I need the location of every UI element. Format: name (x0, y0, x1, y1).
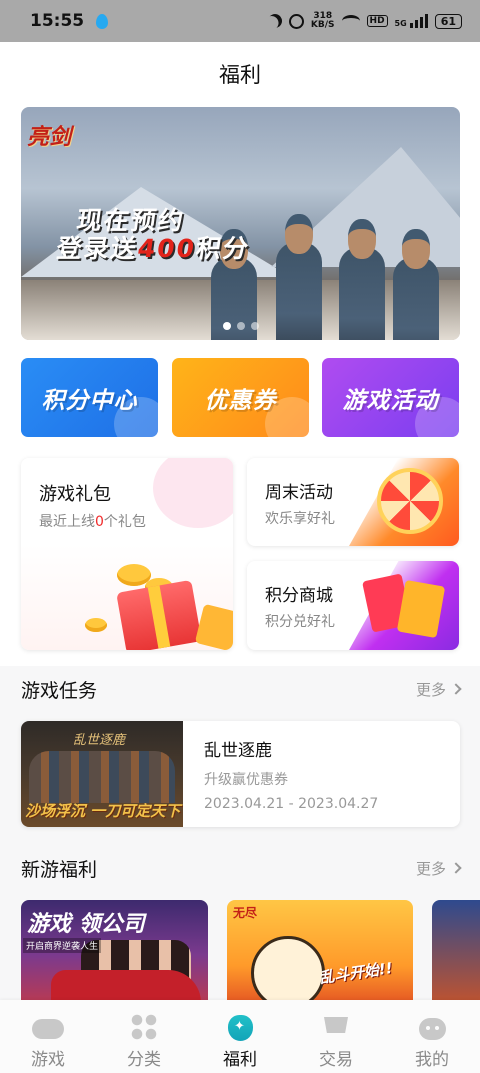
battery-indicator: 61 (434, 13, 462, 29)
card-decoration (153, 458, 233, 528)
points-mall-subtitle: 积分兑好礼 (265, 614, 335, 630)
gift-box-icon (116, 579, 202, 650)
new-game-card[interactable]: 无尽 乱斗开始!! (227, 900, 413, 1010)
banner-dot[interactable] (250, 322, 259, 330)
game-tasks-more-link[interactable]: 更多 (415, 679, 462, 700)
alarm-icon (288, 13, 304, 29)
status-time: 15:55 (30, 11, 85, 31)
status-bar: 15:55 318 KB/S HD 5G 61 (0, 0, 480, 42)
more-label: 更多 (415, 680, 446, 699)
tab-label: 福利 (223, 1050, 257, 1070)
water-drop-icon (96, 13, 109, 29)
new-game-character (251, 936, 325, 1010)
task-thumb-title: 乱世逐鹿 (73, 733, 126, 748)
new-game-welfare-header: 新游福利 更多 (21, 853, 462, 883)
robot-icon (416, 1013, 448, 1041)
gamepad-icon (32, 1013, 64, 1041)
task-thumb-characters (29, 751, 175, 803)
gift-pack-subtitle: 最近上线0个礼包 (39, 511, 146, 531)
banner-promo-prefix: 登录送 (54, 234, 140, 263)
banner-dot[interactable] (236, 322, 245, 330)
welfare-page: 15:55 318 KB/S HD 5G 61 福利 亮剑 现在预约 登录送40… (0, 0, 480, 1073)
chevron-right-icon (450, 862, 462, 874)
points-mall-title: 积分商城 (265, 586, 333, 606)
tab-welfare[interactable]: 福利 (192, 1000, 288, 1073)
game-tasks-header: 游戏任务 更多 (21, 674, 462, 704)
wifi-icon (341, 15, 360, 27)
new-game-thumb-tag: 无尽 (233, 906, 258, 920)
status-indicators: 318 KB/S HD 5G 61 (268, 12, 462, 30)
network-speed-unit: KB/S (310, 20, 335, 30)
new-game-thumb-title: 游戏 领公司 (27, 912, 145, 937)
task-date-range: 2023.04.21 - 2023.04.27 (204, 796, 379, 812)
coupons-button[interactable]: 优惠券 (172, 358, 309, 437)
grid-icon (128, 1013, 160, 1041)
game-events-button[interactable]: 游戏活动 (322, 358, 459, 437)
gift-pack-sub-suffix: 个礼包 (103, 514, 146, 530)
game-events-label: 游戏活动 (342, 387, 439, 414)
prize-wheel-icon (377, 468, 443, 534)
tab-label: 交易 (319, 1050, 353, 1070)
chevron-right-icon (450, 683, 462, 695)
task-description: 升级赢优惠券 (204, 772, 288, 788)
weekend-event-subtitle: 欢乐享好礼 (265, 511, 335, 527)
new-game-more-link[interactable]: 更多 (415, 858, 462, 879)
signal-label: 5G (394, 19, 407, 28)
page-title: 福利 (219, 63, 261, 87)
tab-games[interactable]: 游戏 (0, 1000, 96, 1073)
gift-pack-sub-prefix: 最近上线 (39, 514, 95, 530)
task-game-thumbnail: 乱世逐鹿 沙场浮沉 一刀可定天下 (21, 721, 183, 827)
hd-badge: HD (366, 15, 388, 27)
page-header: 福利 (0, 42, 480, 106)
network-speed: 318 KB/S (311, 12, 335, 30)
signal-icon: 5G (395, 14, 428, 28)
tab-label: 我的 (415, 1050, 449, 1070)
banner-pagination (21, 322, 460, 330)
tab-label: 游戏 (31, 1050, 65, 1070)
banner-promo-suffix: 积分 (193, 234, 253, 263)
tab-mine[interactable]: 我的 (384, 1000, 480, 1073)
promo-banner[interactable]: 亮剑 现在预约 登录送400积分 (21, 107, 460, 340)
coin-icon (85, 618, 107, 632)
new-game-welfare-title: 新游福利 (21, 858, 98, 881)
points-center-label: 积分中心 (41, 387, 138, 414)
points-center-button[interactable]: 积分中心 (21, 358, 158, 437)
weekend-event-card[interactable]: 周末活动 欢乐享好礼 (247, 458, 459, 546)
banner-promo-points: 400 (135, 234, 199, 263)
task-game-name: 乱世逐鹿 (204, 741, 272, 761)
tab-label: 分类 (127, 1050, 161, 1070)
tab-categories[interactable]: 分类 (96, 1000, 192, 1073)
new-game-card[interactable] (432, 900, 480, 1010)
coupons-label: 优惠券 (204, 387, 277, 414)
new-game-thumb-slogan: 乱斗开始!! (318, 958, 394, 988)
game-task-item[interactable]: 乱世逐鹿 沙场浮沉 一刀可定天下 乱世逐鹿 升级赢优惠券 2023.04.21 … (21, 721, 460, 827)
new-game-card[interactable]: 游戏 领公司 开启商界逆袭人生 (21, 900, 208, 1010)
welfare-bag-icon (224, 1013, 256, 1041)
banner-game-logo: 亮剑 (27, 125, 72, 150)
banner-dot-active[interactable] (222, 322, 231, 330)
gift-pack-count: 0 (95, 514, 104, 530)
new-game-thumb-sub: 开启商界逆袭人生 (23, 938, 102, 953)
task-thumb-slogan: 沙场浮沉 一刀可定天下 (25, 802, 181, 820)
more-label: 更多 (415, 859, 446, 878)
cart-icon (320, 1013, 352, 1041)
do-not-disturb-icon (265, 11, 284, 30)
banner-promo-line2: 登录送400积分 (54, 229, 252, 265)
weekend-event-title: 周末活动 (265, 483, 333, 503)
gift-box-icon (194, 603, 233, 650)
bottom-tab-bar: 游戏 分类 福利 交易 我的 (0, 1000, 480, 1073)
tab-trade[interactable]: 交易 (288, 1000, 384, 1073)
game-tasks-title: 游戏任务 (21, 679, 98, 702)
points-mall-card[interactable]: 积分商城 积分兑好礼 (247, 561, 459, 650)
gift-pack-title: 游戏礼包 (39, 484, 111, 505)
game-gift-pack-card[interactable]: 游戏礼包 最近上线0个礼包 (21, 458, 233, 650)
